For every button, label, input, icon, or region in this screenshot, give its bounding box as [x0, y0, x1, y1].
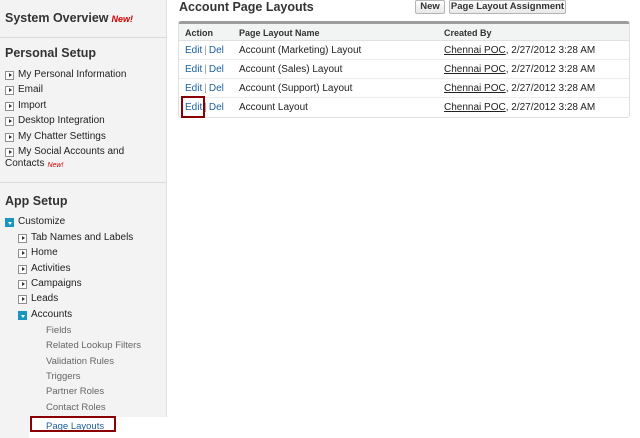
edit-link[interactable]: Edit	[185, 83, 202, 94]
creator-link[interactable]: Chennai POC	[444, 83, 506, 94]
sidebar-item-import[interactable]: Import	[5, 100, 46, 113]
created-by: Chennai POC, 2/27/2012 3:28 AM	[444, 83, 595, 94]
expand-icon[interactable]	[5, 116, 14, 126]
created-date: , 2/27/2012 3:28 AM	[505, 64, 596, 75]
collapse-icon[interactable]	[5, 217, 14, 227]
page-layout-assignment-button[interactable]: Page Layout Assignment	[449, 0, 566, 14]
del-link[interactable]: Del	[209, 83, 224, 94]
table-row: Edit | Del Account Layout Chennai POC, 2/2…	[179, 98, 629, 117]
table-row: Edit | Del Account (Sales) Layout Chennai …	[179, 60, 629, 79]
edit-link[interactable]: Edit	[185, 45, 202, 56]
expand-icon[interactable]	[5, 101, 14, 111]
sidebar-item-campaigns[interactable]: Campaigns	[18, 278, 82, 291]
column-header-created-by[interactable]: Created By	[444, 28, 492, 38]
row-actions: Edit | Del	[185, 83, 224, 94]
created-by: Chennai POC, 2/27/2012 3:28 AM	[444, 64, 595, 75]
expand-icon[interactable]	[5, 85, 14, 95]
section-divider	[0, 182, 167, 183]
setup-sidebar: System Overview New! Personal Setup My Pe…	[0, 0, 167, 438]
new-button[interactable]: New	[415, 0, 445, 14]
expand-icon[interactable]	[18, 264, 27, 274]
system-overview-section: System Overview New!	[0, 0, 167, 38]
sidebar-subitem-contact-roles[interactable]: Contact Roles	[46, 402, 106, 413]
sidebar-subitem-partner-roles[interactable]: Partner Roles	[46, 386, 104, 397]
expand-icon[interactable]	[5, 132, 14, 142]
sidebar-item-desktop-integration[interactable]: Desktop Integration	[5, 115, 105, 128]
sidebar-item-accounts[interactable]: Accounts	[18, 309, 72, 322]
column-header-action: Action	[185, 28, 213, 38]
created-date: , 2/27/2012 3:28 AM	[505, 83, 596, 94]
sidebar-item-my-social-accounts[interactable]: My Social Accounts and	[5, 146, 124, 159]
new-badge: New!	[111, 14, 134, 24]
row-actions: Edit | Del	[185, 64, 224, 75]
created-by: Chennai POC, 2/27/2012 3:28 AM	[444, 102, 595, 113]
new-badge: New!	[47, 161, 64, 169]
column-header-page-layout-name[interactable]: Page Layout Name	[239, 28, 320, 38]
app-setup-title[interactable]: App Setup	[5, 194, 68, 208]
expand-icon[interactable]	[18, 279, 27, 289]
sidebar-item-email[interactable]: Email	[5, 84, 43, 97]
page-layout-name: Account (Sales) Layout	[239, 64, 343, 75]
del-link[interactable]: Del	[209, 45, 224, 56]
creator-link[interactable]: Chennai POC	[444, 64, 506, 75]
row-actions: Edit | Del	[185, 45, 224, 56]
annotation-highlight-edit	[181, 96, 205, 118]
personal-setup-title[interactable]: Personal Setup	[5, 46, 96, 60]
collapse-icon[interactable]	[18, 310, 27, 320]
page-layouts-table: Action Page Layout Name Created By Edit |…	[178, 21, 630, 118]
expand-icon[interactable]	[5, 147, 14, 157]
sidebar-item-my-chatter-settings[interactable]: My Chatter Settings	[5, 131, 106, 144]
sidebar-item-home[interactable]: Home	[18, 247, 58, 260]
sidebar-item-my-personal-information[interactable]: My Personal Information	[5, 69, 126, 82]
del-link[interactable]: Del	[209, 102, 224, 113]
action-separator: |	[204, 83, 207, 94]
created-by: Chennai POC, 2/27/2012 3:28 AM	[444, 45, 595, 56]
expand-icon[interactable]	[18, 294, 27, 304]
sidebar-item-my-social-accounts-line2[interactable]: Contacts New!	[5, 158, 63, 172]
page-layout-name: Account Layout	[239, 102, 308, 113]
sidebar-item-leads[interactable]: Leads	[18, 293, 58, 306]
annotation-highlight-page-layouts	[30, 416, 116, 432]
created-date: , 2/27/2012 3:28 AM	[505, 102, 596, 113]
del-link[interactable]: Del	[209, 64, 224, 75]
page-layout-name: Account (Marketing) Layout	[239, 45, 362, 56]
sidebar-subitem-fields[interactable]: Fields	[46, 325, 71, 336]
creator-link[interactable]: Chennai POC	[444, 45, 506, 56]
table-header: Action Page Layout Name Created By	[179, 24, 629, 41]
expand-icon[interactable]	[18, 248, 27, 258]
expand-icon[interactable]	[5, 70, 14, 80]
sidebar-subitem-validation-rules[interactable]: Validation Rules	[46, 356, 114, 367]
action-separator: |	[204, 45, 207, 56]
table-row: Edit | Del Account (Support) Layout Chenna…	[179, 79, 629, 98]
sidebar-item-activities[interactable]: Activities	[18, 263, 70, 276]
sidebar-subitem-related-lookup-filters[interactable]: Related Lookup Filters	[46, 340, 141, 351]
sidebar-item-customize[interactable]: Customize	[5, 216, 65, 229]
page-layout-name: Account (Support) Layout	[239, 83, 353, 94]
creator-link[interactable]: Chennai POC	[444, 102, 506, 113]
page-title: Account Page Layouts	[179, 0, 314, 14]
sidebar-subitem-triggers[interactable]: Triggers	[46, 371, 81, 382]
created-date: , 2/27/2012 3:28 AM	[505, 45, 596, 56]
action-separator: |	[204, 64, 207, 75]
expand-icon[interactable]	[18, 233, 27, 243]
system-overview-link[interactable]: System Overview New!	[5, 11, 133, 25]
edit-link[interactable]: Edit	[185, 64, 202, 75]
table-row: Edit | Del Account (Marketing) Layout Chen…	[179, 41, 629, 60]
sidebar-item-tab-names-and-labels[interactable]: Tab Names and Labels	[18, 232, 133, 245]
